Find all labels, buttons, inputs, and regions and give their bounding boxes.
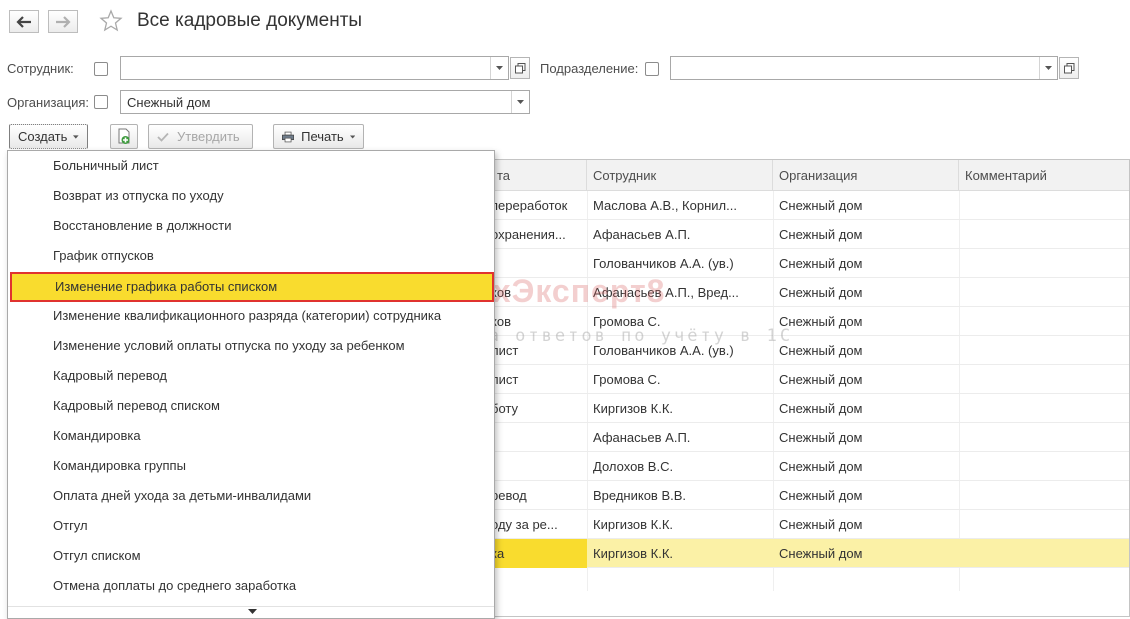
cell-organization: Снежный дом xyxy=(779,459,863,474)
cell-comment xyxy=(959,191,1129,220)
chevron-down-icon xyxy=(248,609,257,614)
cell-comment xyxy=(959,452,1129,481)
cell-comment xyxy=(959,510,1129,539)
page-title: Все кадровые документы xyxy=(137,10,363,31)
column-header-comment[interactable]: Комментарий xyxy=(959,160,1129,191)
create-button-label: Создать xyxy=(18,129,68,144)
organization-field-value: Снежный дом xyxy=(127,95,211,110)
organization-dropdown-button[interactable] xyxy=(511,91,529,113)
employee-dropdown-button[interactable] xyxy=(490,57,508,79)
cell-employee: Киргизов К.К. xyxy=(593,546,673,561)
checkmark-icon xyxy=(157,132,169,142)
menu-item[interactable]: Возврат из отпуска по уходу xyxy=(8,181,494,211)
menu-item[interactable]: Изменение условий оплаты отпуска по уход… xyxy=(8,331,494,361)
cell-employee: Киргизов К.К. xyxy=(593,517,673,532)
menu-item[interactable]: Командировка xyxy=(8,421,494,451)
copy-button[interactable] xyxy=(110,124,138,149)
printer-icon xyxy=(282,131,295,142)
cell-comment xyxy=(959,539,1129,568)
department-open-button[interactable] xyxy=(1059,57,1079,79)
arrow-left-icon xyxy=(16,15,31,28)
open-form-icon xyxy=(514,62,525,73)
chevron-down-icon xyxy=(1045,66,1052,70)
department-field[interactable] xyxy=(670,56,1058,80)
menu-item[interactable]: Больничный лист xyxy=(8,151,494,181)
arrow-right-icon xyxy=(56,15,71,28)
cell-comment xyxy=(959,394,1129,423)
department-dropdown-button[interactable] xyxy=(1039,57,1057,79)
approve-button[interactable]: Утвердить xyxy=(148,124,253,149)
forward-button[interactable] xyxy=(48,10,78,33)
print-button[interactable]: Печать xyxy=(273,124,364,149)
department-label: Подразделение: xyxy=(540,61,639,76)
employee-label: Сотрудник: xyxy=(7,61,74,76)
chevron-down-icon xyxy=(517,100,524,104)
cell-comment xyxy=(959,220,1129,249)
open-form-icon xyxy=(1063,62,1074,73)
column-header-organization[interactable]: Организация xyxy=(773,160,959,191)
menu-item[interactable]: Восстановление в должности xyxy=(8,211,494,241)
employee-filter-checkbox[interactable] xyxy=(94,62,108,76)
cell-document: ка xyxy=(487,539,587,568)
menu-item[interactable]: Изменение квалификационного разряда (кат… xyxy=(8,301,494,331)
cell-organization: Снежный дом xyxy=(779,517,863,532)
department-filter-checkbox[interactable] xyxy=(645,62,659,76)
create-dropdown-menu: Больничный лист Возврат из отпуска по ухо… xyxy=(7,150,495,619)
cell-employee: Афанасьев А.П. xyxy=(593,430,691,445)
cell-comment xyxy=(959,336,1129,365)
menu-item[interactable]: Отгул списком xyxy=(8,541,494,571)
menu-item[interactable]: Кадровый перевод списком xyxy=(8,391,494,421)
column-header-employee[interactable]: Сотрудник xyxy=(587,160,773,191)
cell-comment xyxy=(959,423,1129,452)
favorite-star-icon[interactable] xyxy=(99,9,123,33)
organization-label: Организация: xyxy=(7,95,90,110)
approve-button-label: Утвердить xyxy=(177,129,240,144)
employee-field[interactable] xyxy=(120,56,509,80)
create-button[interactable]: Создать xyxy=(9,124,88,149)
watermark-tagline: База ответов по учёту в 1С xyxy=(449,326,794,346)
cell-employee: Киргизов К.К. xyxy=(593,401,673,416)
menu-item[interactable]: Изменение графика работы списком xyxy=(10,272,494,302)
copy-document-icon xyxy=(118,128,130,144)
menu-item[interactable]: Отмена доплаты до среднего заработка xyxy=(8,571,494,601)
cell-organization: Снежный дом xyxy=(779,401,863,416)
cell-comment xyxy=(959,249,1129,278)
chevron-down-icon xyxy=(73,134,79,139)
menu-item[interactable]: Кадровый перевод xyxy=(8,361,494,391)
cell-employee: Громова С. xyxy=(593,372,661,387)
cell-organization: Снежный дом xyxy=(779,430,863,445)
menu-item[interactable]: График отпусков xyxy=(8,241,494,271)
print-button-label: Печать xyxy=(301,129,344,144)
cell-organization: Снежный дом xyxy=(779,256,863,271)
cell-employee: Маслова А.В., Корнил... xyxy=(593,198,737,213)
cell-comment xyxy=(959,278,1129,307)
cell-employee: Афанасьев А.П. xyxy=(593,227,691,242)
cell-comment xyxy=(959,481,1129,510)
chevron-down-icon xyxy=(349,134,355,139)
menu-item[interactable]: Оплата дней ухода за детьми-инвалидами xyxy=(8,481,494,511)
employee-open-button[interactable] xyxy=(510,57,530,79)
cell-organization: Снежный дом xyxy=(779,227,863,242)
cell-comment xyxy=(959,307,1129,336)
cell-employee: Вредников В.В. xyxy=(593,488,687,503)
menu-scroll-down[interactable] xyxy=(8,606,494,618)
cell-organization: Снежный дом xyxy=(779,285,863,300)
cell-organization: Снежный дом xyxy=(779,198,863,213)
cell-organization: Снежный дом xyxy=(779,546,863,561)
cell-employee: Долохов В.С. xyxy=(593,459,674,474)
back-button[interactable] xyxy=(9,10,39,33)
cell-organization: Снежный дом xyxy=(779,314,863,329)
menu-item[interactable]: Командировка группы xyxy=(8,451,494,481)
organization-field[interactable]: Снежный дом xyxy=(120,90,530,114)
organization-filter-checkbox[interactable] xyxy=(94,95,108,109)
chevron-down-icon xyxy=(496,66,503,70)
cell-organization: Снежный дом xyxy=(779,343,863,358)
cell-organization: Снежный дом xyxy=(779,488,863,503)
menu-item[interactable]: Отгул xyxy=(8,511,494,541)
cell-organization: Снежный дом xyxy=(779,372,863,387)
cell-comment xyxy=(959,365,1129,394)
